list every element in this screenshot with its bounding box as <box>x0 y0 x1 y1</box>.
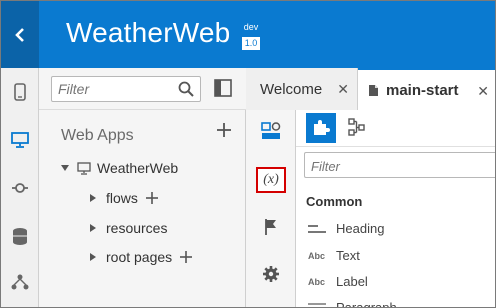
plus-icon[interactable] <box>145 192 158 204</box>
phone-icon[interactable] <box>10 82 30 102</box>
tree-item-label: WeatherWeb <box>97 160 179 176</box>
expand-icon[interactable] <box>90 253 96 261</box>
component-label[interactable]: Abc Label <box>308 274 368 289</box>
component-label: Text <box>336 248 360 263</box>
version-number: 1.0 <box>242 37 260 50</box>
version-badge: dev 1.0 <box>242 21 260 51</box>
chevron-left-icon <box>15 27 24 42</box>
tab-label: main-start <box>386 81 459 99</box>
variables-icon: (x) <box>263 172 279 187</box>
puzzle-icon[interactable] <box>306 113 336 143</box>
back-button[interactable] <box>1 1 39 68</box>
component-label: Paragraph <box>336 300 397 308</box>
database-icon[interactable] <box>10 226 30 246</box>
palette-filter[interactable] <box>304 152 495 178</box>
gear-icon[interactable] <box>260 263 282 285</box>
navigator-panel: Web Apps WeatherWeb flows resources root… <box>39 68 246 307</box>
structure-icon[interactable] <box>348 118 368 138</box>
desktop-icon <box>77 161 91 175</box>
variables-button[interactable]: (x) <box>256 167 286 193</box>
editor-tabs: Welcome ✕ main-start ✕ <box>246 68 495 110</box>
app-header: WeatherWeb dev 1.0 <box>1 1 495 68</box>
component-label: Label <box>336 274 368 289</box>
add-web-app-button[interactable] <box>217 123 231 142</box>
plus-icon[interactable] <box>180 251 193 263</box>
close-icon[interactable]: ✕ <box>477 83 489 100</box>
tree-item-label: resources <box>106 220 168 236</box>
left-rail <box>1 68 39 307</box>
expand-icon[interactable] <box>61 165 69 171</box>
app-title: WeatherWeb <box>66 17 231 48</box>
navigator-filter[interactable] <box>51 76 201 102</box>
page-icon <box>369 84 378 96</box>
search-icon[interactable] <box>178 81 194 102</box>
expand-icon[interactable] <box>90 194 96 202</box>
tab-label: Welcome <box>260 80 323 98</box>
tree-item-label: flows <box>106 190 138 206</box>
category-common: Common <box>306 194 363 209</box>
palette-filter-input[interactable] <box>311 157 481 175</box>
version-stage: dev <box>243 22 259 32</box>
tab-welcome[interactable]: Welcome ✕ <box>246 68 358 110</box>
flag-icon[interactable] <box>260 216 282 238</box>
tree-item-label: root pages <box>106 249 173 265</box>
desktop-icon[interactable] <box>10 130 30 150</box>
collapse-panel-icon[interactable] <box>213 78 233 98</box>
process-icon[interactable] <box>10 272 30 292</box>
service-icon[interactable] <box>10 178 30 198</box>
close-icon[interactable]: ✕ <box>337 81 349 98</box>
ide-window: WeatherWeb dev 1.0 Filter Web Apps Weath… <box>0 0 496 308</box>
abc-icon: Abc <box>308 276 326 287</box>
navigator-toolbar <box>39 68 246 110</box>
tree-item-root[interactable]: WeatherWeb <box>61 160 178 176</box>
component-palette: Common Heading Abc Text Abc Label Paragr… <box>296 110 495 308</box>
tree-item-resources[interactable]: resources <box>90 220 167 236</box>
navigator-filter-input[interactable] <box>58 80 168 98</box>
plus-icon <box>217 123 231 137</box>
web-apps-heading: Web Apps <box>61 127 134 144</box>
palette-tabs <box>296 110 495 147</box>
properties-sidebar: (x) <box>246 110 296 307</box>
component-label: Heading <box>336 221 385 236</box>
heading-icon <box>308 224 328 234</box>
abc-icon: Abc <box>308 250 326 261</box>
component-text[interactable]: Abc Text <box>308 248 360 263</box>
paragraph-icon <box>308 302 328 307</box>
component-heading[interactable]: Heading <box>308 221 384 236</box>
expand-icon[interactable] <box>90 224 96 232</box>
tree-item-root-pages[interactable]: root pages <box>90 249 193 265</box>
components-icon[interactable] <box>260 120 282 142</box>
tab-main-start[interactable]: main-start ✕ <box>358 68 495 110</box>
tree-item-flows[interactable]: flows <box>90 190 158 206</box>
component-paragraph[interactable]: Paragraph <box>308 300 397 308</box>
